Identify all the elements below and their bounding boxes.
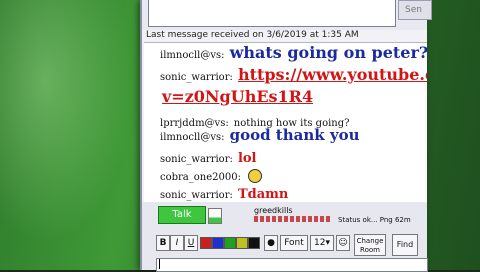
underline-button[interactable]: U: [184, 235, 198, 251]
italic-button[interactable]: I: [170, 235, 184, 251]
smiley-picker-icon[interactable]: ☺: [336, 235, 350, 251]
change-room-button[interactable]: Change Room: [354, 234, 386, 256]
text-caret: [159, 259, 160, 269]
sender-name: ilmnocll@vs:: [160, 132, 225, 143]
font-size-select[interactable]: 12▾: [310, 235, 334, 251]
sender-name: sonic_warrior:: [160, 190, 233, 201]
microphone-icon[interactable]: ●: [264, 235, 278, 251]
color-red-swatch[interactable]: [200, 237, 212, 249]
font-size-value: 12: [314, 238, 326, 248]
message-text: Tdamn: [237, 187, 289, 202]
talk-button[interactable]: Talk: [158, 206, 206, 224]
send-button[interactable]: Sen: [398, 0, 432, 20]
find-button[interactable]: Find: [392, 234, 418, 256]
message-link[interactable]: https://www.youtube.c: [238, 65, 427, 84]
connection-status: Status ok... Png 62m: [338, 216, 411, 224]
color-yellow-swatch[interactable]: [236, 237, 248, 249]
send-area: Sen: [142, 0, 432, 30]
current-speaker: greedkills: [254, 206, 293, 215]
chat-line: sonic_warrior: lol: [160, 147, 257, 166]
chat-line: sonic_warrior: https://www.youtube.c: [160, 65, 427, 84]
smiley-emoticon-icon: [248, 168, 263, 183]
last-message-status: Last message received on 3/6/2019 at 1:3…: [146, 30, 359, 40]
color-black-swatch[interactable]: [248, 237, 260, 249]
message-link-continuation[interactable]: v=z0NgUhEs1R4: [162, 87, 313, 106]
formatting-toolbar: B I U ● Font 12▾ ☺ Change Room Find: [156, 232, 426, 256]
chat-line-continuation: v=z0NgUhEs1R4: [162, 87, 313, 106]
bold-button[interactable]: B: [156, 235, 170, 251]
message-input[interactable]: [148, 0, 396, 27]
chat-line: ilmnocll@vs: good thank you: [160, 125, 360, 144]
color-green-swatch[interactable]: [224, 237, 236, 249]
sender-name: cobra_one2000:: [160, 172, 241, 183]
screen-glare: [0, 0, 150, 270]
chat-line: sonic_warrior: Tdamn: [160, 183, 288, 202]
font-button[interactable]: Font: [280, 235, 308, 251]
chat-window: Sen Last message received on 3/6/2019 at…: [140, 0, 432, 272]
audio-level-bars: [254, 216, 330, 222]
message-text: lol: [237, 151, 257, 166]
chat-log: ilmnocll@vs: whats going on peter? sonic…: [144, 42, 427, 203]
chat-line: cobra_one2000:: [160, 165, 263, 184]
sender-name: sonic_warrior:: [160, 154, 233, 165]
color-blue-swatch[interactable]: [212, 237, 224, 249]
chat-line: ilmnocll@vs: whats going on peter?: [160, 43, 427, 62]
message-text: good thank you: [229, 126, 360, 144]
message-text: whats going on peter?: [229, 43, 427, 62]
chevron-down-icon: ▾: [325, 238, 330, 248]
bottom-panel: Talk greedkills Status ok... Png 62m B I…: [142, 202, 428, 272]
sender-name: ilmnocll@vs:: [160, 50, 225, 61]
voice-level-meter: [208, 208, 222, 224]
sender-name: sonic_warrior:: [160, 72, 233, 83]
